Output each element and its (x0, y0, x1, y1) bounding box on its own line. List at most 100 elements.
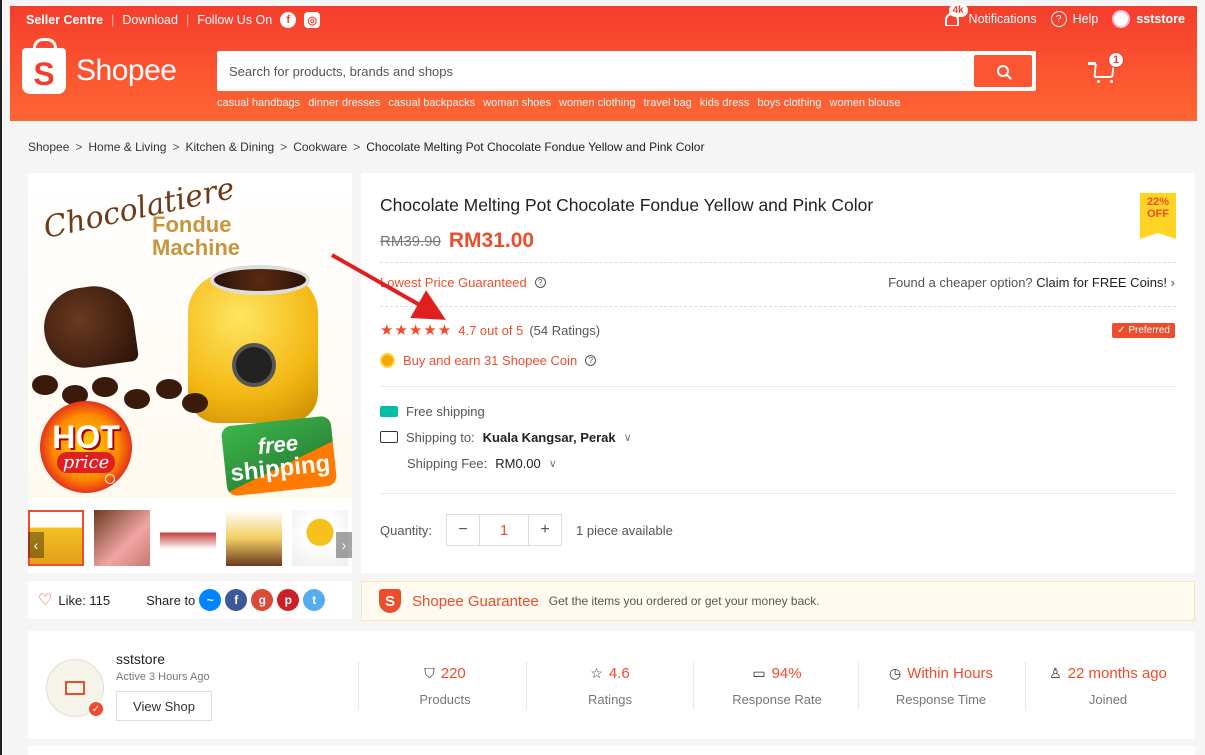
download-link[interactable]: Download (122, 13, 178, 27)
suggestion-link[interactable]: woman shoes (483, 97, 551, 109)
thumbnail[interactable] (226, 510, 282, 566)
breadcrumb-cookware[interactable]: Cookware (293, 140, 347, 154)
search-button[interactable] (974, 55, 1032, 87)
user-menu[interactable]: sststore (1112, 10, 1185, 28)
thumbnail[interactable] (94, 510, 150, 566)
help-icon[interactable]: ? (585, 355, 597, 366)
pinterest-icon[interactable]: p (277, 589, 300, 611)
shop-bag-icon: ⛉ (424, 665, 435, 681)
share-group: Share to ~ f g p t (146, 589, 326, 611)
chevron-down-icon[interactable]: ∨ (549, 457, 557, 470)
help-icon: ? (1050, 11, 1067, 27)
shop-name[interactable]: sststore (116, 651, 165, 667)
breadcrumb-separator: > (75, 140, 83, 154)
next-section (28, 746, 1195, 755)
person-icon: ♙ (1049, 665, 1062, 681)
truck-icon (380, 431, 398, 443)
shipping-fee-label: Shipping Fee: (407, 455, 488, 471)
stat-response-rate: ▭ 94% Response Rate (732, 665, 822, 707)
guarantee-title: Shopee Guarantee (412, 592, 539, 610)
product-gallery: Chocolatiere Fondue Machine HOT price fr… (28, 173, 352, 573)
logo-text: Shopee (76, 54, 177, 87)
cart-button[interactable]: 1 (1088, 52, 1124, 86)
suggestion-link[interactable]: kids dress (700, 97, 750, 109)
site-header: Seller Centre | Download | Follow Us On … (10, 4, 1197, 121)
shopee-bag-icon: S (22, 38, 66, 94)
avatar[interactable]: ✓ (46, 659, 105, 718)
quantity-row: Quantity: − 1 + 1 piece available (380, 514, 673, 546)
image-indicator-dot[interactable] (105, 474, 115, 484)
breadcrumb-separator: > (280, 140, 288, 154)
seller-centre-link[interactable]: Seller Centre (26, 13, 103, 27)
rating-row[interactable]: ★★★★★ 4.7 out of 5 (54 Ratings) (380, 321, 600, 339)
suggestion-link[interactable]: casual handbags (217, 97, 300, 109)
product-title: Chocolate Melting Pot Chocolate Fondue Y… (380, 195, 874, 215)
avatar (1112, 10, 1131, 28)
divider (526, 662, 527, 710)
divider (380, 386, 1176, 387)
search-bar (217, 51, 1036, 91)
facebook-icon[interactable]: f (225, 589, 248, 611)
google-plus-icon[interactable]: g (251, 589, 274, 611)
chevron-down-icon[interactable]: ∨ (624, 431, 632, 444)
image-title-text: Fondue Machine (152, 212, 241, 260)
view-shop-button[interactable]: View Shop (116, 691, 212, 721)
chevron-right-icon[interactable]: › (336, 532, 352, 558)
main-product-image[interactable]: Chocolatiere Fondue Machine HOT price fr… (28, 173, 352, 499)
suggestion-link[interactable]: women clothing (559, 97, 635, 109)
suggestion-link[interactable]: women blouse (830, 97, 901, 109)
shipping-destination[interactable]: Kuala Kangsar, Perak (483, 430, 616, 445)
free-shipping-badge: free shipping (220, 415, 338, 497)
suggestion-link[interactable]: boys clothing (757, 97, 821, 109)
cart-count-badge: 1 (1108, 52, 1124, 68)
divider (380, 306, 1176, 307)
lowest-price-guaranteed[interactable]: Lowest Price Guaranteed ? (380, 275, 546, 290)
discount-badge: 22% OFF (1140, 193, 1176, 239)
chevron-right-icon: › (1170, 275, 1175, 290)
cheaper-option-link[interactable]: Found a cheaper option? Claim for FREE C… (888, 275, 1175, 290)
breadcrumb-shopee[interactable]: Shopee (28, 140, 69, 154)
suggestion-link[interactable]: travel bag (643, 97, 691, 109)
decrease-button[interactable]: − (447, 515, 479, 545)
breadcrumb: Shopee > Home & Living > Kitchen & Dinin… (28, 140, 704, 154)
chevron-left-icon[interactable]: ‹ (28, 532, 44, 558)
help-link[interactable]: ? Help (1050, 11, 1098, 27)
breadcrumb-kitchen-dining[interactable]: Kitchen & Dining (185, 140, 274, 154)
messenger-icon[interactable]: ~ (199, 589, 222, 611)
shipping-fee-value[interactable]: RM0.00 (495, 456, 541, 471)
search-icon (997, 65, 1009, 77)
thumbnail[interactable] (160, 510, 216, 566)
shopee-logo[interactable]: S Shopee (22, 38, 177, 94)
coin-text: Buy and earn 31 Shopee Coin (403, 353, 578, 368)
breadcrumb-current: Chocolate Melting Pot Chocolate Fondue Y… (366, 140, 705, 154)
follow-label: Follow Us On (197, 13, 273, 27)
suggestion-link[interactable]: dinner dresses (308, 97, 380, 109)
twitter-icon[interactable]: t (303, 589, 326, 611)
original-price: RM39.90 (380, 232, 441, 250)
shopee-guarantee-banner[interactable]: S Shopee Guarantee Get the items you ord… (361, 581, 1195, 621)
coin-icon (380, 353, 395, 368)
quantity-value[interactable]: 1 (479, 515, 530, 545)
search-input[interactable] (229, 60, 959, 82)
divider (358, 662, 359, 710)
star-rating-icon: ★★★★★ (380, 322, 453, 339)
notifications-link[interactable]: 4k Notifications (943, 4, 1037, 28)
shop-cart-icon (65, 681, 85, 695)
divider (380, 262, 1176, 263)
instagram-icon[interactable]: ◎ (304, 12, 321, 28)
price-row: RM39.90 RM31.00 (380, 229, 534, 253)
like-button[interactable]: ♡ Like: 115 (38, 590, 110, 610)
heart-icon: ♡ (38, 592, 53, 609)
breadcrumb-separator: > (353, 140, 361, 154)
share-label: Share to (146, 592, 196, 608)
breadcrumb-home-living[interactable]: Home & Living (88, 140, 166, 154)
thumbnail-strip: ‹ › (28, 510, 352, 572)
facebook-icon[interactable]: f (280, 12, 297, 28)
breadcrumb-separator: > (172, 140, 180, 154)
product-info-panel: Chocolate Melting Pot Chocolate Fondue Y… (361, 173, 1195, 573)
hot-price-badge: HOT price (40, 401, 132, 493)
increase-button[interactable]: + (529, 515, 561, 545)
divider (858, 662, 859, 710)
suggestion-link[interactable]: casual backpacks (388, 97, 475, 109)
like-count: Like: 115 (58, 592, 111, 608)
